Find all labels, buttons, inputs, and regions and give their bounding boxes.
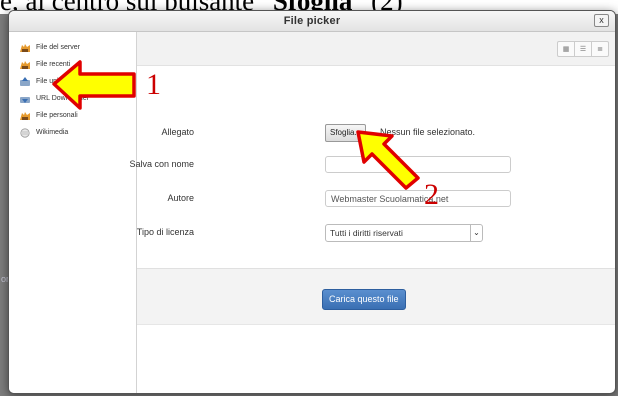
sidebar-item-recent-files[interactable]: File recenti: [9, 56, 136, 73]
action-bar: Carica questo file: [137, 268, 615, 325]
license-select[interactable]: Tutti i diritti riservati ⌄: [325, 224, 483, 242]
wikimedia-icon: [19, 127, 31, 138]
save-as-row: Salva con nome: [129, 156, 615, 174]
upload-file-button[interactable]: Carica questo file: [322, 289, 406, 310]
sidebar-item-label: File recenti: [36, 61, 71, 68]
author-row: Autore Webmaster Scuolamatica.net: [137, 190, 615, 208]
sidebar-item-server-files[interactable]: File del server: [9, 39, 136, 56]
folder-icon: [19, 43, 31, 53]
sidebar-item-personal-files[interactable]: File personali: [9, 107, 136, 124]
save-as-label: Salva con nome: [129, 159, 194, 169]
sidebar-item-label: File del server: [36, 44, 80, 51]
dialog-title: File picker: [283, 15, 341, 27]
sidebar-item-label: File personali: [36, 112, 78, 119]
sidebar-item-label: Wikimedia: [36, 129, 69, 136]
url-download-icon: [19, 94, 31, 104]
dialog-titlebar: File picker x: [9, 11, 615, 32]
picker-toolbar: ▦ ☰ ≣: [137, 32, 615, 66]
repository-sidebar: File del server File recenti File upload…: [9, 32, 137, 393]
folder-icon: [19, 111, 31, 121]
upload-form: Allegato Sfoglia... Nessun file selezion…: [129, 66, 615, 267]
list-view-icon[interactable]: ☰: [574, 41, 592, 57]
tree-view-icon[interactable]: ≣: [591, 41, 609, 57]
save-as-input[interactable]: [325, 156, 511, 173]
sidebar-item-label: URL Downloader: [36, 95, 90, 102]
author-input[interactable]: Webmaster Scuolamatica.net: [325, 190, 511, 207]
chevron-down-icon: ⌄: [470, 225, 482, 241]
sidebar-item-label: File upload: [36, 78, 71, 85]
license-label: Tipo di licenza: [136, 227, 194, 237]
grid-view-icon[interactable]: ▦: [557, 41, 575, 57]
license-value: Tutti i diritti riservati: [330, 228, 403, 238]
close-button[interactable]: x: [594, 14, 609, 27]
sidebar-item-wikimedia[interactable]: Wikimedia: [9, 124, 136, 141]
sidebar-item-file-upload[interactable]: File upload: [9, 73, 136, 90]
attachment-row: Allegato Sfoglia... Nessun file selezion…: [137, 124, 615, 142]
no-file-text: Nessun file selezionato.: [380, 127, 476, 137]
picker-main-panel: ▦ ☰ ≣ Allegato Sfoglia... Nessun file se…: [129, 32, 615, 393]
author-label: Autore: [167, 193, 194, 203]
folder-icon: [19, 60, 31, 70]
step-number-2: 2: [424, 178, 439, 211]
sidebar-item-url-downloader[interactable]: URL Downloader: [9, 90, 136, 107]
step-number-1: 1: [146, 68, 161, 101]
browse-button[interactable]: Sfoglia...: [325, 124, 367, 142]
attachment-label: Allegato: [161, 127, 194, 137]
upload-icon: [19, 76, 31, 87]
license-row: Tipo di licenza Tutti i diritti riservat…: [137, 224, 615, 242]
view-switcher: ▦ ☰ ≣: [557, 41, 609, 57]
file-picker-dialog: File picker x File del server File recen…: [8, 10, 616, 394]
